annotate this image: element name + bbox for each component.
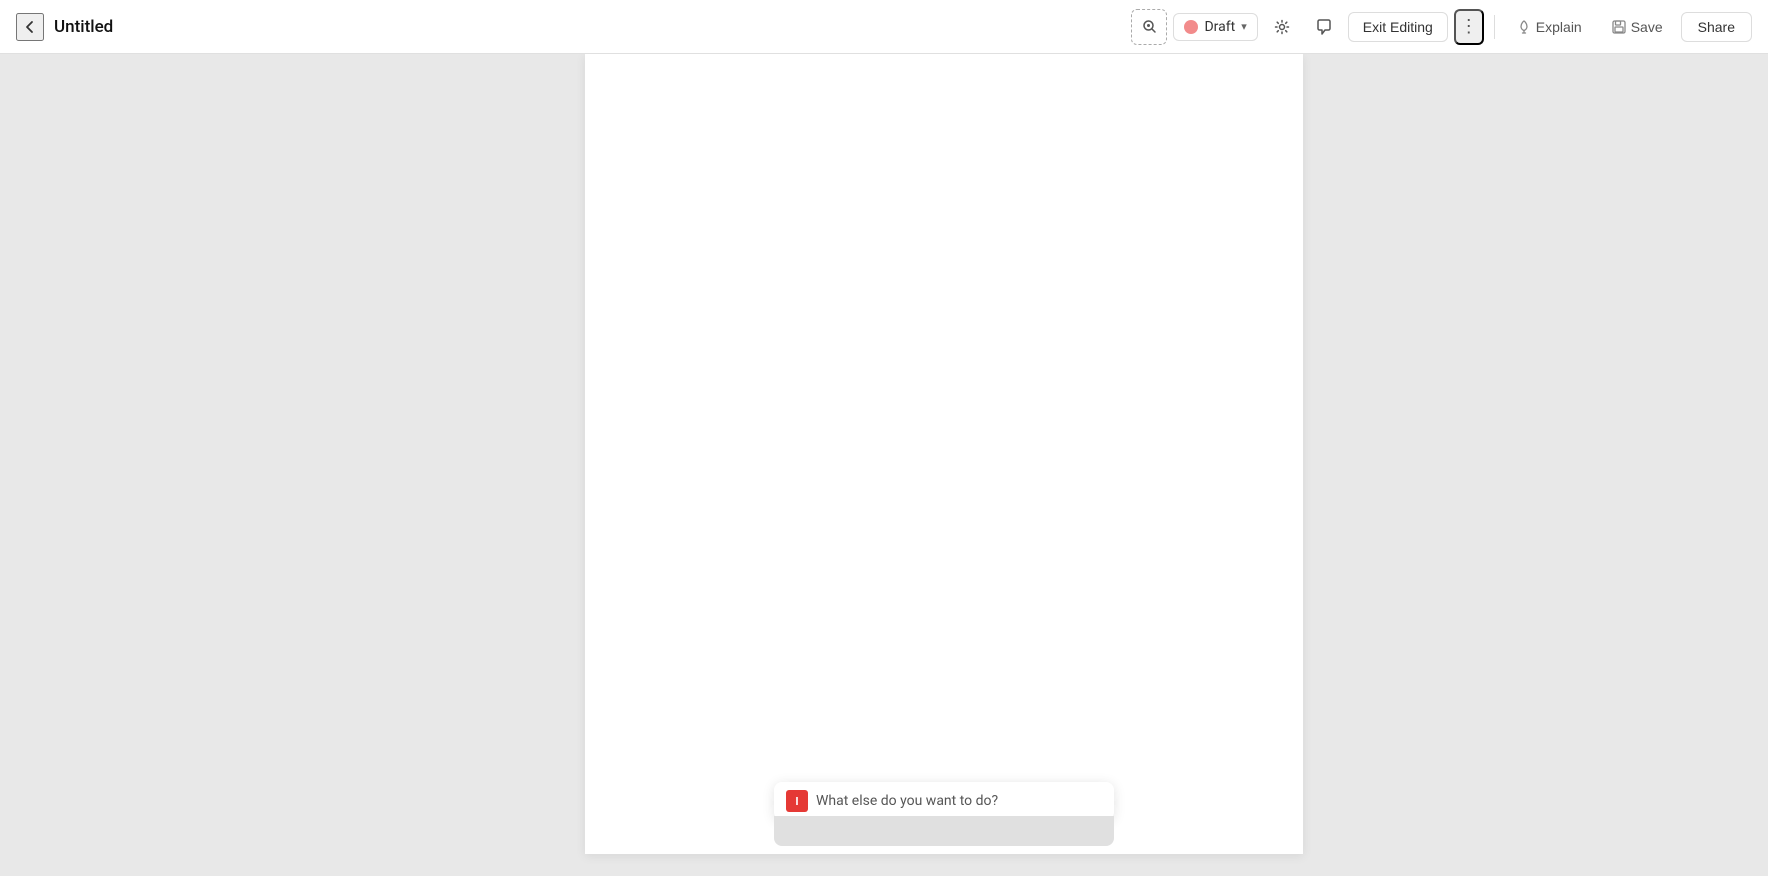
more-icon: ⋮ [1460, 16, 1478, 37]
left-sidebar [0, 54, 430, 876]
explain-button[interactable]: Explain [1505, 13, 1594, 41]
input-bar-bottom [774, 816, 1114, 846]
input-placeholder-text: What else do you want to do? [816, 793, 1102, 809]
input-bar-container: I What else do you want to do? [774, 782, 1114, 846]
draft-color-indicator [1184, 20, 1198, 34]
back-button[interactable] [16, 13, 44, 41]
chevron-down-icon: ▾ [1241, 20, 1247, 33]
exit-editing-label: Exit Editing [1363, 19, 1433, 35]
doc-page[interactable] [585, 54, 1303, 854]
main-content: I What else do you want to do? [0, 54, 1768, 876]
more-options-button[interactable]: ⋮ [1454, 9, 1484, 45]
header-divider [1494, 15, 1495, 39]
save-label: Save [1631, 19, 1663, 35]
explain-label: Explain [1536, 19, 1582, 35]
save-button[interactable]: Save [1600, 13, 1675, 41]
exit-editing-button[interactable]: Exit Editing [1348, 12, 1448, 42]
input-bar[interactable]: I What else do you want to do? [774, 782, 1114, 820]
header-left: Untitled [16, 13, 884, 41]
right-sidebar [1458, 54, 1768, 876]
header-right: Draft ▾ Exit Editing ⋮ [884, 9, 1752, 45]
share-button[interactable]: Share [1681, 12, 1752, 42]
doc-canvas-wrapper: I What else do you want to do? [430, 54, 1458, 876]
search-button[interactable] [1131, 9, 1167, 45]
draft-label: Draft [1204, 19, 1235, 35]
share-label: Share [1698, 19, 1735, 35]
input-icon-label: I [795, 795, 798, 808]
settings-button[interactable] [1264, 9, 1300, 45]
header: Untitled Draft ▾ [0, 0, 1768, 54]
input-icon: I [786, 790, 808, 812]
doc-title: Untitled [54, 17, 113, 37]
comment-button[interactable] [1306, 9, 1342, 45]
draft-dropdown[interactable]: Draft ▾ [1173, 13, 1257, 41]
